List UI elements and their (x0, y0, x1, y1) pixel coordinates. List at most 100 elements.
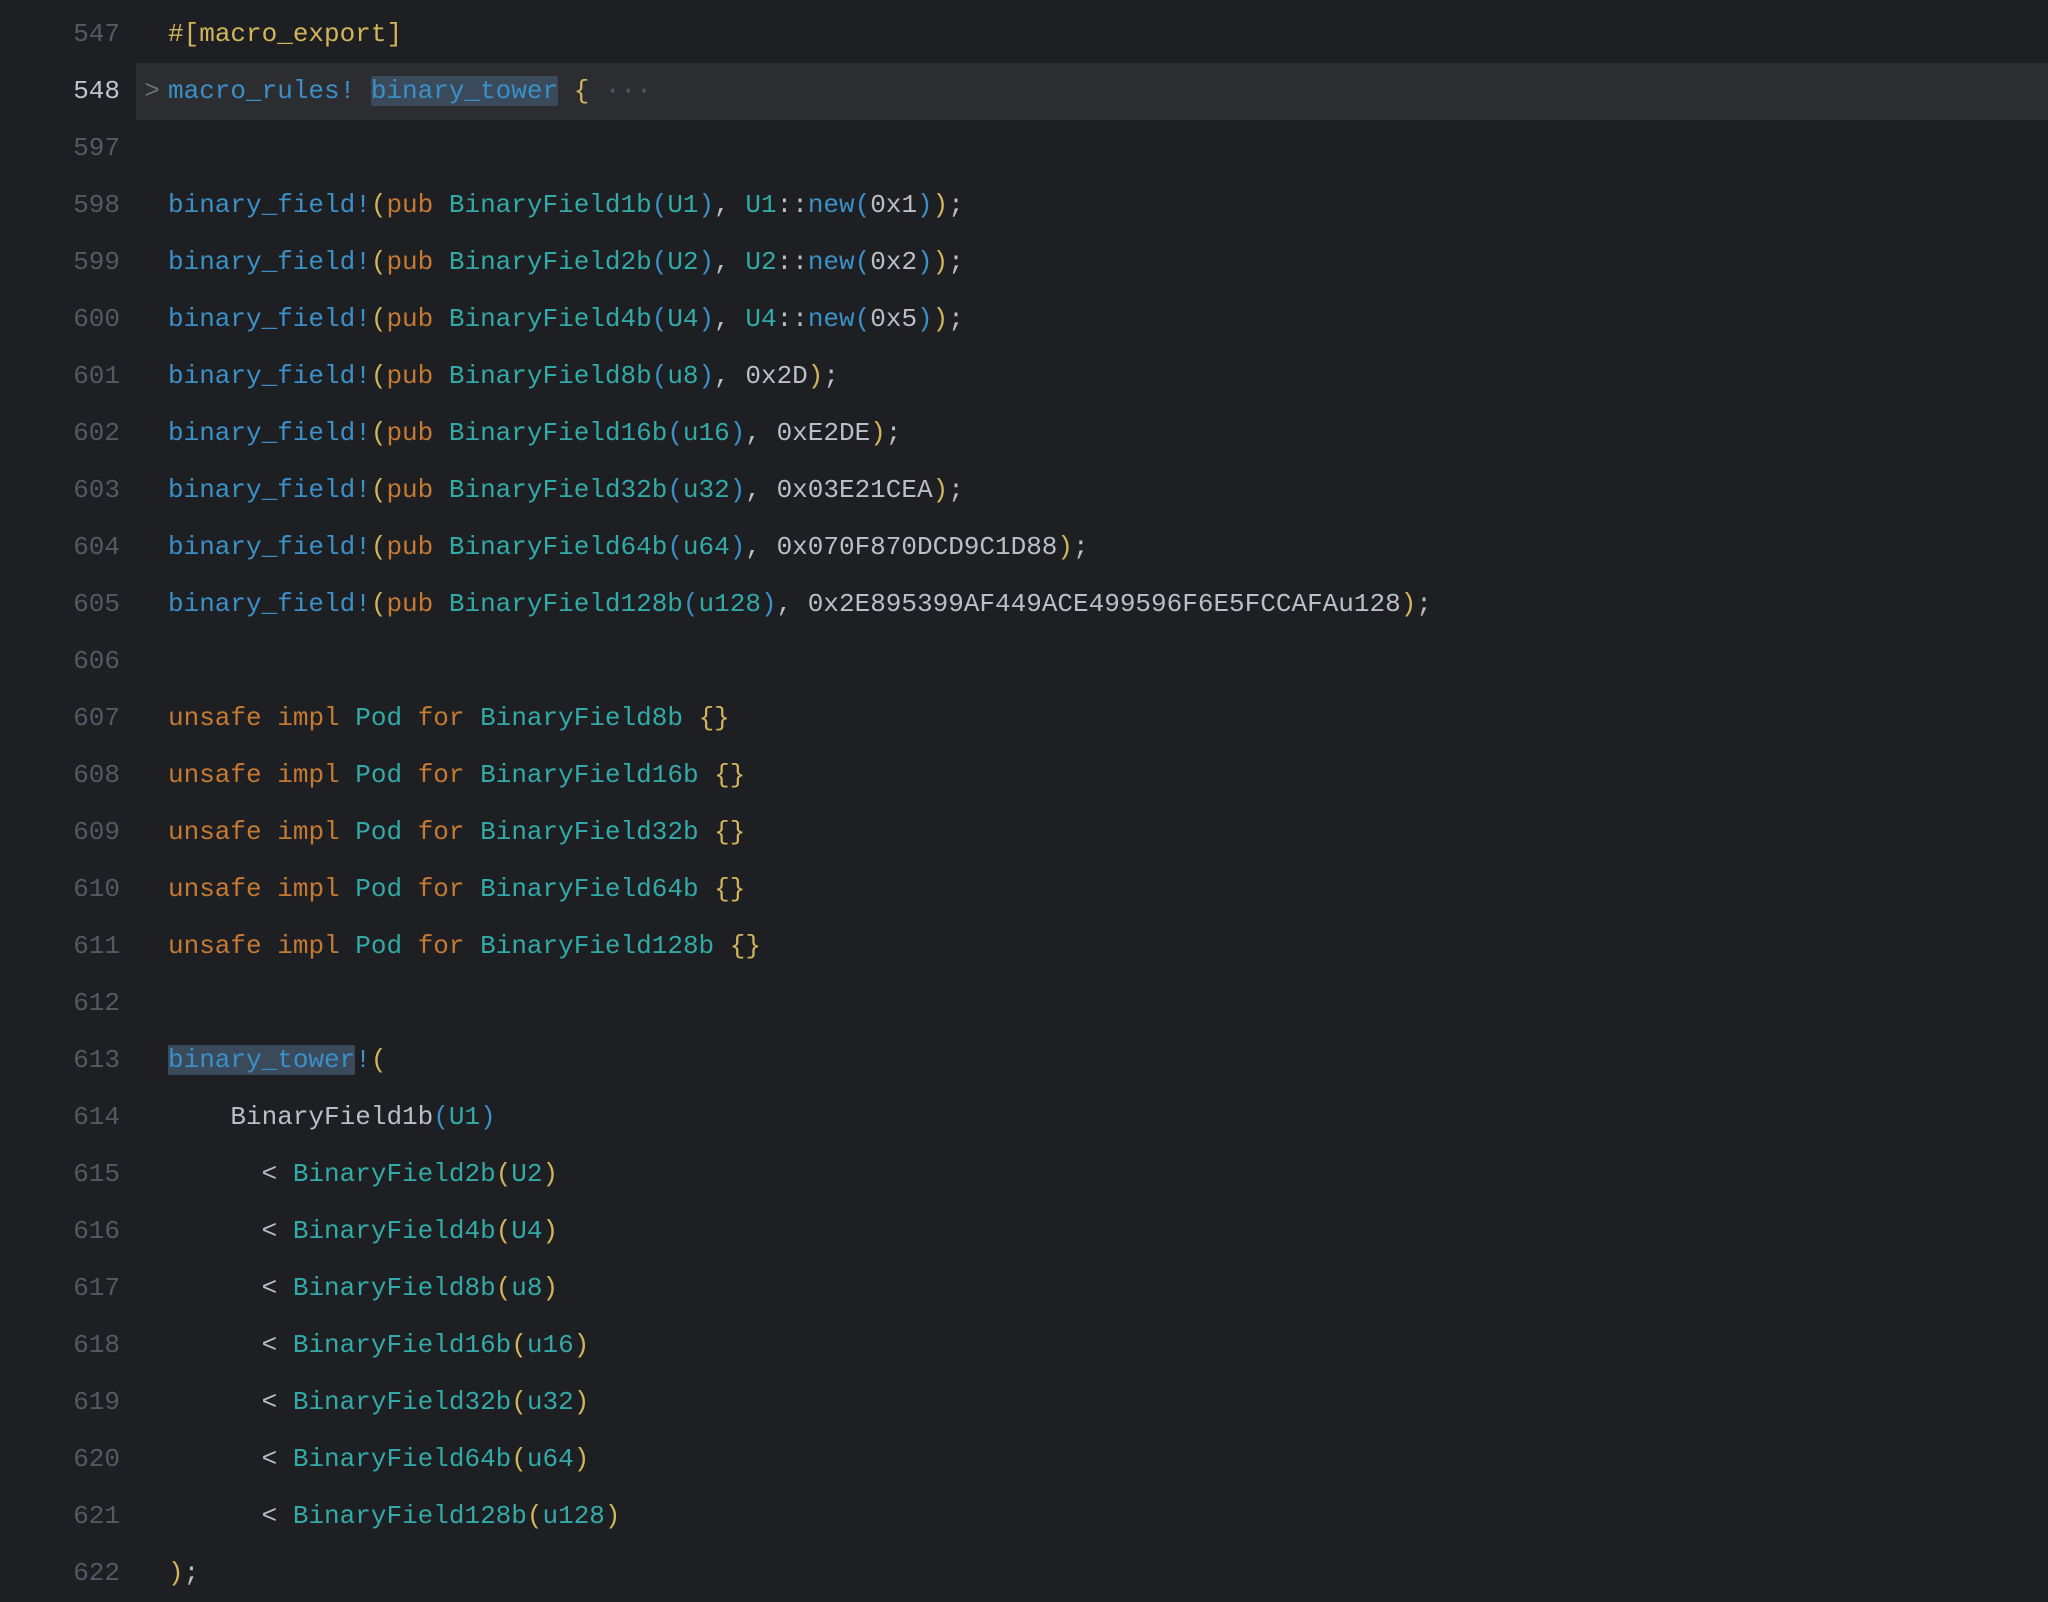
code-content[interactable]: BinaryField1b(U1) (168, 1089, 2048, 1146)
line-number[interactable]: 619 (0, 1374, 136, 1431)
line-number[interactable]: 597 (0, 120, 136, 177)
line-number[interactable]: 605 (0, 576, 136, 633)
line-number[interactable]: 610 (0, 861, 136, 918)
code-token: , (745, 532, 776, 562)
code-token: new (808, 304, 855, 334)
line-number[interactable]: 614 (0, 1089, 136, 1146)
code-line[interactable]: 612 (0, 975, 2048, 1032)
code-line[interactable]: 615 < BinaryField2b(U2) (0, 1146, 2048, 1203)
code-line[interactable]: 603 binary_field!(pub BinaryField32b(u32… (0, 462, 2048, 519)
line-number[interactable]: 606 (0, 633, 136, 690)
code-token: BinaryField128b (293, 1501, 527, 1531)
line-number[interactable]: 620 (0, 1431, 136, 1488)
code-token (465, 760, 481, 790)
code-content[interactable]: unsafe impl Pod for BinaryField128b {} (168, 918, 2048, 975)
code-content[interactable]: binary_field!(pub BinaryField32b(u32), 0… (168, 462, 2048, 519)
code-editor[interactable]: 547 #[macro_export]548>macro_rules! bina… (0, 0, 2048, 1602)
code-line[interactable]: 604 binary_field!(pub BinaryField64b(u64… (0, 519, 2048, 576)
code-token: unsafe (168, 817, 262, 847)
code-content[interactable]: < BinaryField32b(u32) (168, 1374, 2048, 1431)
code-line[interactable]: 610 unsafe impl Pod for BinaryField64b {… (0, 861, 2048, 918)
code-content[interactable]: binary_field!(pub BinaryField8b(u8), 0x2… (168, 348, 2048, 405)
code-content[interactable]: < BinaryField16b(u16) (168, 1317, 2048, 1374)
line-number[interactable]: 613 (0, 1032, 136, 1089)
line-number[interactable]: 598 (0, 177, 136, 234)
line-number[interactable]: 599 (0, 234, 136, 291)
code-content[interactable]: binary_field!(pub BinaryField64b(u64), 0… (168, 519, 2048, 576)
code-content[interactable]: < BinaryField2b(U2) (168, 1146, 2048, 1203)
line-number[interactable]: 601 (0, 348, 136, 405)
code-content[interactable]: binary_field!(pub BinaryField128b(u128),… (168, 576, 2048, 633)
code-line[interactable]: 616 < BinaryField4b(U4) (0, 1203, 2048, 1260)
code-token: u64 (683, 532, 730, 562)
code-token: ) (480, 1102, 496, 1132)
line-number[interactable]: 609 (0, 804, 136, 861)
code-content[interactable]: binary_field!(pub BinaryField16b(u16), 0… (168, 405, 2048, 462)
code-content[interactable]: < BinaryField64b(u64) (168, 1431, 2048, 1488)
code-line[interactable]: 605 binary_field!(pub BinaryField128b(u1… (0, 576, 2048, 633)
code-token: ( (855, 190, 871, 220)
line-number[interactable]: 621 (0, 1488, 136, 1545)
code-content[interactable]: binary_field!(pub BinaryField1b(U1), U1:… (168, 177, 2048, 234)
code-line[interactable]: 617 < BinaryField8b(u8) (0, 1260, 2048, 1317)
line-number[interactable]: 612 (0, 975, 136, 1032)
code-line[interactable]: 601 binary_field!(pub BinaryField8b(u8),… (0, 348, 2048, 405)
code-content[interactable]: unsafe impl Pod for BinaryField8b {} (168, 690, 2048, 747)
fold-marker[interactable]: > (136, 63, 168, 120)
line-number[interactable]: 603 (0, 462, 136, 519)
code-line[interactable]: 621 < BinaryField128b(u128) (0, 1488, 2048, 1545)
line-number[interactable]: 616 (0, 1203, 136, 1260)
line-number[interactable]: 547 (0, 6, 136, 63)
code-content[interactable]: macro_rules! binary_tower { ··· (168, 63, 2048, 120)
line-number[interactable]: 608 (0, 747, 136, 804)
line-number[interactable]: 602 (0, 405, 136, 462)
code-content[interactable]: < BinaryField8b(u8) (168, 1260, 2048, 1317)
code-line[interactable]: 597 (0, 120, 2048, 177)
code-line[interactable]: 608 unsafe impl Pod for BinaryField16b {… (0, 747, 2048, 804)
code-content[interactable]: < BinaryField128b(u128) (168, 1488, 2048, 1545)
code-line[interactable]: 622 ); (0, 1545, 2048, 1602)
code-line[interactable]: 547 #[macro_export] (0, 6, 2048, 63)
line-number[interactable]: 618 (0, 1317, 136, 1374)
code-content[interactable]: ); (168, 1545, 2048, 1602)
code-line[interactable]: 602 binary_field!(pub BinaryField16b(u16… (0, 405, 2048, 462)
code-token: BinaryField2b (293, 1159, 496, 1189)
code-token: 0x1 (870, 190, 917, 220)
fold-marker (136, 234, 168, 291)
code-line[interactable]: 611 unsafe impl Pod for BinaryField128b … (0, 918, 2048, 975)
fold-marker (136, 1089, 168, 1146)
code-content[interactable]: binary_field!(pub BinaryField2b(U2), U2:… (168, 234, 2048, 291)
line-number[interactable]: 604 (0, 519, 136, 576)
line-number[interactable]: 622 (0, 1545, 136, 1602)
code-content[interactable]: #[macro_export] (168, 6, 2048, 63)
code-token: ] (386, 19, 402, 49)
code-line[interactable]: 607 unsafe impl Pod for BinaryField8b {} (0, 690, 2048, 747)
code-line[interactable]: 620 < BinaryField64b(u64) (0, 1431, 2048, 1488)
code-token (340, 931, 356, 961)
code-content[interactable]: binary_field!(pub BinaryField4b(U4), U4:… (168, 291, 2048, 348)
code-line[interactable]: 548>macro_rules! binary_tower { ··· (0, 63, 2048, 120)
code-line[interactable]: 619 < BinaryField32b(u32) (0, 1374, 2048, 1431)
code-content[interactable]: unsafe impl Pod for BinaryField16b {} (168, 747, 2048, 804)
code-content[interactable]: unsafe impl Pod for BinaryField32b {} (168, 804, 2048, 861)
code-line[interactable]: 618 < BinaryField16b(u16) (0, 1317, 2048, 1374)
line-number[interactable]: 607 (0, 690, 136, 747)
line-number[interactable]: 617 (0, 1260, 136, 1317)
code-line[interactable]: 598 binary_field!(pub BinaryField1b(U1),… (0, 177, 2048, 234)
line-number[interactable]: 600 (0, 291, 136, 348)
code-token: ) (1401, 589, 1417, 619)
code-line[interactable]: 606 (0, 633, 2048, 690)
code-line[interactable]: 613 binary_tower!( (0, 1032, 2048, 1089)
code-content[interactable]: unsafe impl Pod for BinaryField64b {} (168, 861, 2048, 918)
code-token: u64 (527, 1444, 574, 1474)
line-number[interactable]: 611 (0, 918, 136, 975)
code-content[interactable]: < BinaryField4b(U4) (168, 1203, 2048, 1260)
line-number[interactable]: 548 (0, 63, 136, 120)
code-line[interactable]: 600 binary_field!(pub BinaryField4b(U4),… (0, 291, 2048, 348)
code-token (433, 532, 449, 562)
code-line[interactable]: 599 binary_field!(pub BinaryField2b(U2),… (0, 234, 2048, 291)
code-line[interactable]: 614 BinaryField1b(U1) (0, 1089, 2048, 1146)
line-number[interactable]: 615 (0, 1146, 136, 1203)
code-content[interactable]: binary_tower!( (168, 1032, 2048, 1089)
code-line[interactable]: 609 unsafe impl Pod for BinaryField32b {… (0, 804, 2048, 861)
